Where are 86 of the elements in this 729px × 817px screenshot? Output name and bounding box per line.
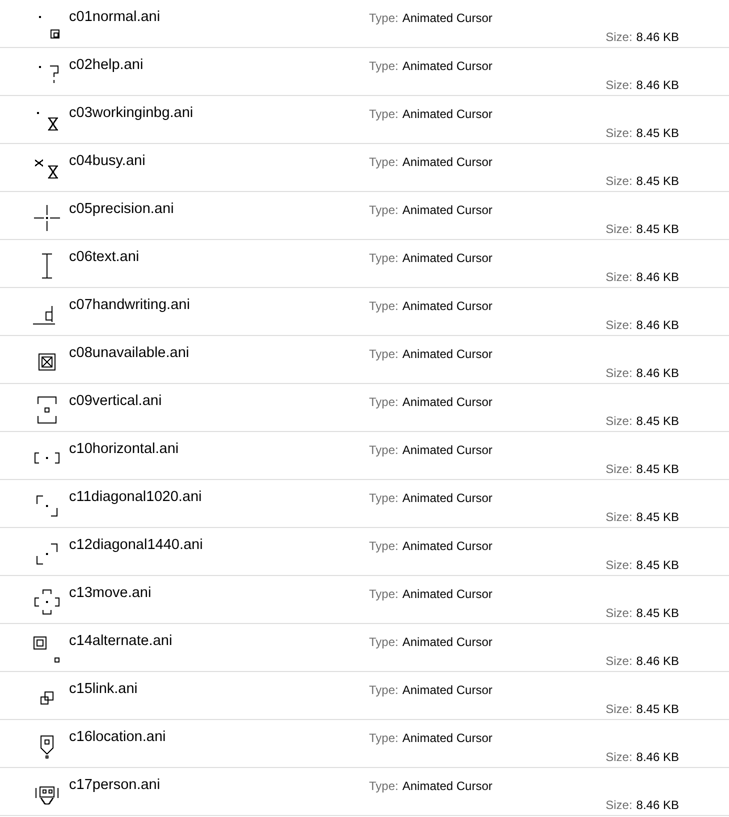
size-label: Size: (606, 414, 632, 428)
file-type: Animated Cursor (402, 443, 492, 457)
type-label: Type: (369, 539, 398, 553)
file-type: Animated Cursor (402, 107, 492, 121)
file-type: Animated Cursor (402, 635, 492, 649)
file-name[interactable]: c11diagonal1020.ani (69, 480, 369, 505)
type-label: Type: (369, 11, 398, 25)
type-label: Type: (369, 347, 398, 361)
file-name[interactable]: c07handwriting.ani (69, 288, 369, 313)
size-label: Size: (606, 558, 632, 572)
size-label: Size: (606, 30, 632, 44)
file-size: 8.46 KB (636, 798, 679, 812)
file-type: Animated Cursor (402, 731, 492, 745)
file-name[interactable]: c09vertical.ani (69, 384, 369, 409)
file-type: Animated Cursor (402, 395, 492, 409)
size-label: Size: (606, 366, 632, 380)
file-type: Animated Cursor (402, 299, 492, 313)
type-label: Type: (369, 731, 398, 745)
size-label: Size: (606, 750, 632, 764)
file-type: Animated Cursor (402, 587, 492, 601)
file-name[interactable]: c03workinginbg.ani (69, 96, 369, 121)
size-label: Size: (606, 126, 632, 140)
file-name[interactable]: c14alternate.ani (69, 624, 369, 649)
size-label: Size: (606, 510, 632, 524)
file-name[interactable]: c12diagonal1440.ani (69, 528, 369, 553)
size-label: Size: (606, 798, 632, 812)
file-size: 8.46 KB (636, 750, 679, 764)
file-name[interactable]: c06text.ani (69, 240, 369, 265)
file-type: Animated Cursor (402, 347, 492, 361)
file-size: 8.45 KB (636, 174, 679, 188)
size-label: Size: (606, 78, 632, 92)
file-name[interactable]: c10horizontal.ani (69, 432, 369, 457)
type-label: Type: (369, 779, 398, 793)
file-size: 8.45 KB (636, 510, 679, 524)
type-label: Type: (369, 155, 398, 169)
size-label: Size: (606, 270, 632, 284)
type-label: Type: (369, 107, 398, 121)
size-label: Size: (606, 318, 632, 332)
type-label: Type: (369, 443, 398, 457)
file-size: 8.46 KB (636, 78, 679, 92)
type-label: Type: (369, 203, 398, 217)
file-name[interactable]: c02help.ani (69, 48, 369, 73)
file-size: 8.46 KB (636, 366, 679, 380)
file-size: 8.45 KB (636, 606, 679, 620)
file-size: 8.45 KB (636, 126, 679, 140)
file-type: Animated Cursor (402, 539, 492, 553)
file-name[interactable]: c15link.ani (69, 672, 369, 697)
file-type: Animated Cursor (402, 11, 492, 25)
size-label: Size: (606, 462, 632, 476)
file-size: 8.45 KB (636, 702, 679, 716)
file-size: 8.45 KB (636, 222, 679, 236)
type-label: Type: (369, 587, 398, 601)
file-type: Animated Cursor (402, 155, 492, 169)
crosshair-icon (31, 202, 63, 234)
type-label: Type: (369, 635, 398, 649)
file-type: Animated Cursor (402, 59, 492, 73)
file-type: Animated Cursor (402, 251, 492, 265)
file-size: 8.45 KB (636, 462, 679, 476)
file-name[interactable]: c13move.ani (69, 576, 369, 601)
file-type: Animated Cursor (402, 683, 492, 697)
file-name[interactable]: c16location.ani (69, 720, 369, 745)
size-label: Size: (606, 654, 632, 668)
size-label: Size: (606, 702, 632, 716)
file-name[interactable]: c08unavailable.ani (69, 336, 369, 361)
size-label: Size: (606, 222, 632, 236)
file-name[interactable]: c04busy.ani (69, 144, 369, 169)
file-type: Animated Cursor (402, 779, 492, 793)
type-label: Type: (369, 683, 398, 697)
type-label: Type: (369, 491, 398, 505)
file-size: 8.46 KB (636, 270, 679, 284)
file-size: 8.46 KB (636, 30, 679, 44)
type-label: Type: (369, 299, 398, 313)
file-size: 8.45 KB (636, 558, 679, 572)
type-label: Type: (369, 395, 398, 409)
file-type: Animated Cursor (402, 203, 492, 217)
file-name[interactable]: c05precision.ani (69, 192, 369, 217)
size-label: Size: (606, 174, 632, 188)
size-label: Size: (606, 606, 632, 620)
type-label: Type: (369, 59, 398, 73)
file-size: 8.46 KB (636, 654, 679, 668)
file-size: 8.45 KB (636, 414, 679, 428)
file-name[interactable]: c01normal.ani (69, 0, 369, 25)
file-name[interactable]: c17person.ani (69, 768, 369, 793)
file-type: Animated Cursor (402, 491, 492, 505)
type-label: Type: (369, 251, 398, 265)
file-size: 8.46 KB (636, 318, 679, 332)
